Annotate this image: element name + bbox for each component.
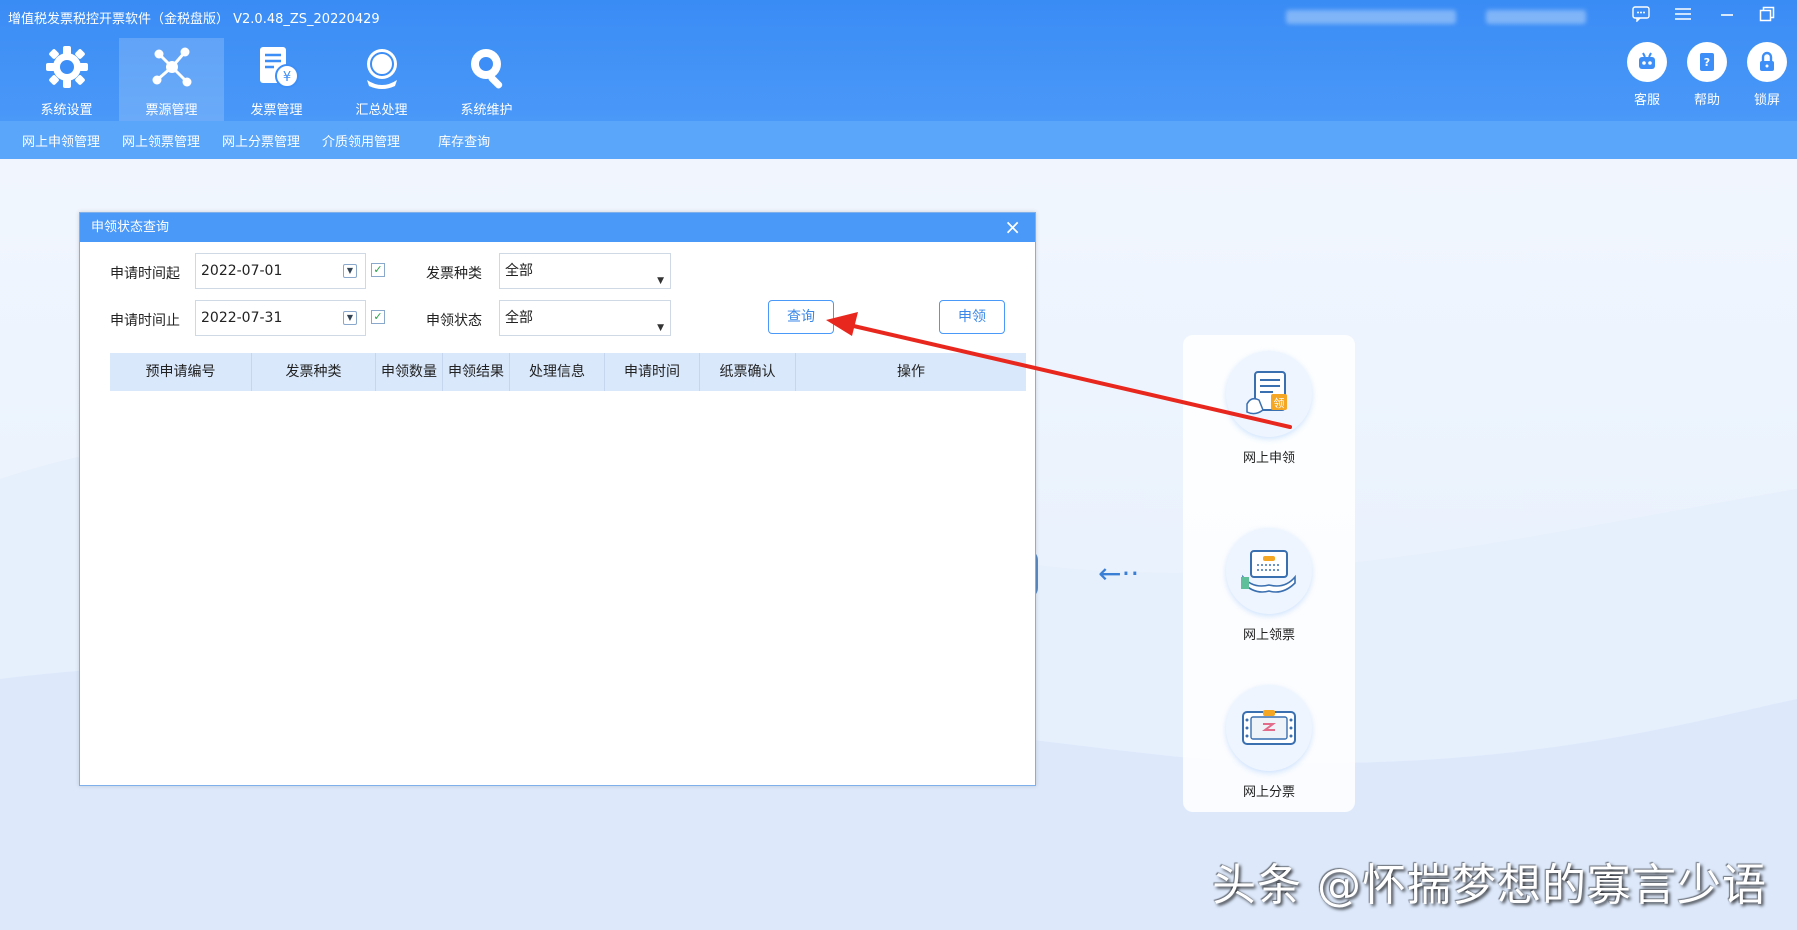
top-bar: 增值税发票税控开票软件（金税盘版） V2.0.48_ZS_20220429 系统… bbox=[0, 0, 1797, 121]
online-receive-button[interactable]: 网上领票 bbox=[1183, 528, 1355, 643]
minimize-icon[interactable] bbox=[1715, 6, 1739, 26]
quick-action-label: 网上申领 bbox=[1242, 451, 1295, 466]
end-date-field[interactable]: 2022-07-31 ▼ bbox=[195, 300, 366, 336]
redacted-info bbox=[1486, 10, 1586, 24]
invoice-type-select[interactable]: 全部 ▼ bbox=[499, 253, 671, 289]
online-split-button[interactable]: 网上分票 bbox=[1183, 685, 1355, 800]
column-header[interactable]: 申领结果 bbox=[443, 353, 510, 391]
svg-text:?: ? bbox=[1704, 56, 1710, 69]
status-label: 申领状态 bbox=[426, 313, 482, 329]
start-date-label: 申请时间起 bbox=[110, 266, 180, 282]
invoice-type-value: 全部 bbox=[505, 263, 533, 279]
start-date-checkbox[interactable]: ✓ bbox=[371, 263, 385, 277]
redacted-info bbox=[1286, 10, 1456, 24]
split-ticket-icon bbox=[1226, 685, 1312, 771]
robot-icon bbox=[1627, 42, 1667, 82]
gear-icon bbox=[42, 42, 92, 92]
chevron-down-icon[interactable]: ▼ bbox=[657, 311, 664, 345]
online-apply-button[interactable]: 领 网上申领 bbox=[1183, 351, 1355, 466]
start-date-value: 2022-07-01 bbox=[201, 263, 283, 279]
subnav-media-usage[interactable]: 介质领用管理 bbox=[322, 131, 400, 150]
chevron-down-icon[interactable]: ▼ bbox=[657, 264, 664, 298]
app-title: 增值税发票税控开票软件（金税盘版） V2.0.48_ZS_20220429 bbox=[8, 12, 380, 27]
nav-tab-label: 系统维护 bbox=[460, 103, 513, 118]
nav-tab-system-settings[interactable]: 系统设置 bbox=[14, 38, 119, 121]
nav-tab-label: 票源管理 bbox=[145, 103, 198, 118]
help-button[interactable]: ? 帮助 bbox=[1677, 42, 1737, 108]
invoice-yen-icon: ¥ bbox=[252, 42, 302, 92]
end-date-value: 2022-07-31 bbox=[201, 310, 283, 326]
wrench-gear-icon bbox=[462, 42, 512, 92]
results-table-header: 预申请编号 发票种类 申领数量 申领结果 处理信息 申请时间 纸票确认 操作 bbox=[110, 353, 1026, 391]
nav-tab-label: 系统设置 bbox=[40, 103, 93, 118]
quick-action-label: 网上领票 bbox=[1242, 628, 1295, 643]
tool-label: 锁屏 bbox=[1753, 93, 1780, 108]
apply-document-icon: 领 bbox=[1226, 351, 1312, 437]
invoice-type-label: 发票种类 bbox=[426, 266, 482, 282]
dialog-title: 申领状态查询 bbox=[91, 220, 170, 235]
menu-icon[interactable] bbox=[1671, 6, 1695, 26]
column-header[interactable]: 申领数量 bbox=[376, 353, 443, 391]
watermark-text: 头条 @怀揣梦想的寡言少语 bbox=[1212, 860, 1767, 911]
lock-icon bbox=[1747, 42, 1787, 82]
chevron-down-icon[interactable]: ▼ bbox=[343, 311, 357, 325]
subnav-online-apply[interactable]: 网上申领管理 bbox=[22, 131, 100, 150]
main-nav: 系统设置 票源管理 ¥ 发票管理 汇总处理 系统维护 bbox=[14, 38, 539, 121]
nav-tab-invoice-management[interactable]: ¥ 发票管理 bbox=[224, 38, 329, 121]
status-value: 全部 bbox=[505, 310, 533, 326]
apply-badge: 领 bbox=[1274, 397, 1285, 410]
help-icon: ? bbox=[1687, 42, 1727, 82]
svg-text:¥: ¥ bbox=[282, 70, 290, 85]
subnav-online-receive[interactable]: 网上领票管理 bbox=[122, 131, 200, 150]
restore-icon[interactable] bbox=[1755, 6, 1779, 26]
tool-label: 帮助 bbox=[1693, 93, 1720, 108]
nav-tab-label: 发票管理 bbox=[250, 103, 303, 118]
tax-summary-icon bbox=[357, 42, 407, 92]
apply-button[interactable]: 申领 bbox=[939, 300, 1005, 334]
nav-tab-maintenance[interactable]: 系统维护 bbox=[434, 38, 539, 121]
quick-action-label: 网上分票 bbox=[1242, 785, 1295, 800]
status-select[interactable]: 全部 ▼ bbox=[499, 300, 671, 336]
query-button[interactable]: 查询 bbox=[768, 300, 834, 334]
end-date-checkbox[interactable]: ✓ bbox=[371, 310, 385, 324]
subnav-inventory[interactable]: 库存查询 bbox=[438, 131, 490, 150]
apply-status-dialog: 申领状态查询 × 申请时间起 2022-07-01 ▼ ✓ 发票种类 全部 ▼ … bbox=[79, 212, 1036, 786]
start-date-field[interactable]: 2022-07-01 ▼ bbox=[195, 253, 366, 289]
sub-nav: 网上申领管理 网上领票管理 网上分票管理 介质领用管理 库存查询 bbox=[0, 121, 1797, 159]
right-tools: 客服 ? 帮助 锁屏 bbox=[1617, 42, 1797, 108]
nav-tab-summary[interactable]: 汇总处理 bbox=[329, 38, 434, 121]
chevron-down-icon[interactable]: ▼ bbox=[343, 264, 357, 278]
dialog-header: 申领状态查询 × bbox=[80, 213, 1035, 242]
receive-ticket-icon bbox=[1226, 528, 1312, 614]
end-date-label: 申请时间止 bbox=[110, 313, 180, 329]
column-header[interactable]: 发票种类 bbox=[252, 353, 376, 391]
column-header[interactable]: 操作 bbox=[796, 353, 1026, 391]
customer-service-button[interactable]: 客服 bbox=[1617, 42, 1677, 108]
lock-screen-button[interactable]: 锁屏 bbox=[1737, 42, 1797, 108]
arrow-left-icon: ←·· bbox=[1098, 557, 1140, 590]
column-header[interactable]: 预申请编号 bbox=[110, 353, 252, 391]
nav-tab-label: 汇总处理 bbox=[355, 103, 408, 118]
column-header[interactable]: 处理信息 bbox=[510, 353, 605, 391]
column-header[interactable]: 纸票确认 bbox=[700, 353, 796, 391]
subnav-online-split[interactable]: 网上分票管理 bbox=[222, 131, 300, 150]
network-icon bbox=[147, 42, 197, 92]
message-icon[interactable] bbox=[1629, 6, 1653, 26]
column-header[interactable]: 申请时间 bbox=[605, 353, 700, 391]
quick-actions-panel: 领 网上申领 网上领票 网上分票 bbox=[1183, 335, 1355, 812]
close-icon[interactable]: × bbox=[1004, 213, 1021, 242]
nav-tab-ticket-source[interactable]: 票源管理 bbox=[119, 38, 224, 121]
tool-label: 客服 bbox=[1633, 93, 1660, 108]
